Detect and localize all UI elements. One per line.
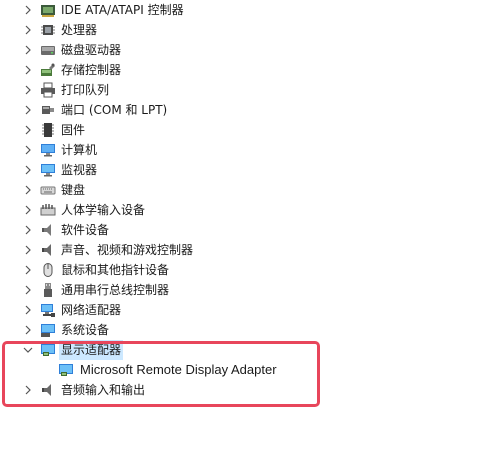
tree-item-label: 鼠标和其他指针设备 — [61, 263, 170, 277]
tree-item-processor[interactable]: 处理器 — [0, 20, 496, 40]
port-icon — [39, 101, 57, 119]
computer-icon — [39, 141, 57, 159]
tree-item-firmware[interactable]: 固件 — [0, 120, 496, 140]
chevron-right-icon[interactable] — [22, 40, 34, 60]
tree-item-label: 打印队列 — [61, 83, 110, 97]
tree-item-label: 软件设备 — [61, 223, 110, 237]
chevron-right-icon[interactable] — [22, 280, 34, 300]
tree-item-ports[interactable]: 端口 (COM 和 LPT) — [0, 100, 496, 120]
tree-item-disk-drive[interactable]: 磁盘驱动器 — [0, 40, 496, 60]
chevron-right-icon[interactable] — [22, 200, 34, 220]
chevron-right-icon[interactable] — [22, 120, 34, 140]
monitor-icon — [39, 161, 57, 179]
tree-item-label: 人体学输入设备 — [61, 203, 146, 217]
tree-item-label: 监视器 — [61, 163, 98, 177]
tree-item-label: 网络适配器 — [61, 303, 122, 317]
chevron-right-icon[interactable] — [22, 260, 34, 280]
network-adapter-icon — [39, 301, 57, 319]
tree-item-keyboard[interactable]: 键盘 — [0, 180, 496, 200]
tree-item-software-device[interactable]: 软件设备 — [0, 220, 496, 240]
chevron-right-icon[interactable] — [22, 300, 34, 320]
usb-icon — [39, 281, 57, 299]
tree-item-label: 键盘 — [61, 183, 86, 197]
tree-item-ide-controller[interactable]: IDE ATA/ATAPI 控制器 — [0, 0, 496, 20]
tree-item-label: 存储控制器 — [61, 63, 122, 77]
tree-item-print-queue[interactable]: 打印队列 — [0, 80, 496, 100]
tree-item-label: IDE ATA/ATAPI 控制器 — [61, 3, 184, 17]
tree-item-usb[interactable]: 通用串行总线控制器 — [0, 280, 496, 300]
chevron-right-icon[interactable] — [22, 80, 34, 100]
chevron-right-icon[interactable] — [22, 160, 34, 180]
keyboard-icon — [39, 181, 57, 199]
chevron-right-icon[interactable] — [22, 180, 34, 200]
tree-item-label: 通用串行总线控制器 — [61, 283, 170, 297]
tree-item-computer[interactable]: 计算机 — [0, 140, 496, 160]
chevron-right-icon[interactable] — [22, 220, 34, 240]
firmware-icon — [39, 121, 57, 139]
hid-icon — [39, 201, 57, 219]
storage-controller-icon — [39, 61, 57, 79]
tree-item-label: 处理器 — [61, 23, 98, 37]
tree-item-storage-controller[interactable]: 存储控制器 — [0, 60, 496, 80]
tree-item-monitor[interactable]: 监视器 — [0, 160, 496, 180]
chevron-right-icon[interactable] — [22, 20, 34, 40]
processor-icon — [39, 21, 57, 39]
mouse-icon — [39, 261, 57, 279]
software-device-icon — [39, 221, 57, 239]
chevron-right-icon[interactable] — [22, 320, 34, 340]
printer-icon — [39, 81, 57, 99]
annotation-highlight-box — [2, 341, 320, 407]
system-device-icon — [39, 321, 57, 339]
disk-drive-icon — [39, 41, 57, 59]
ide-controller-icon — [39, 1, 57, 19]
tree-item-label: 磁盘驱动器 — [61, 43, 122, 57]
tree-item-label: 声音、视频和游戏控制器 — [61, 243, 194, 257]
tree-item-label: 端口 (COM 和 LPT) — [61, 103, 168, 117]
tree-item-mouse[interactable]: 鼠标和其他指针设备 — [0, 260, 496, 280]
tree-item-label: 系统设备 — [61, 323, 110, 337]
tree-item-label: 计算机 — [61, 143, 98, 157]
chevron-right-icon[interactable] — [22, 240, 34, 260]
tree-item-system-device[interactable]: 系统设备 — [0, 320, 496, 340]
tree-item-hid[interactable]: 人体学输入设备 — [0, 200, 496, 220]
chevron-right-icon[interactable] — [22, 140, 34, 160]
chevron-right-icon[interactable] — [22, 60, 34, 80]
chevron-right-icon[interactable] — [22, 100, 34, 120]
tree-item-label: 固件 — [61, 123, 86, 137]
tree-item-network-adapter[interactable]: 网络适配器 — [0, 300, 496, 320]
chevron-right-icon[interactable] — [22, 0, 34, 20]
tree-item-sound-video-game[interactable]: 声音、视频和游戏控制器 — [0, 240, 496, 260]
sound-icon — [39, 241, 57, 259]
